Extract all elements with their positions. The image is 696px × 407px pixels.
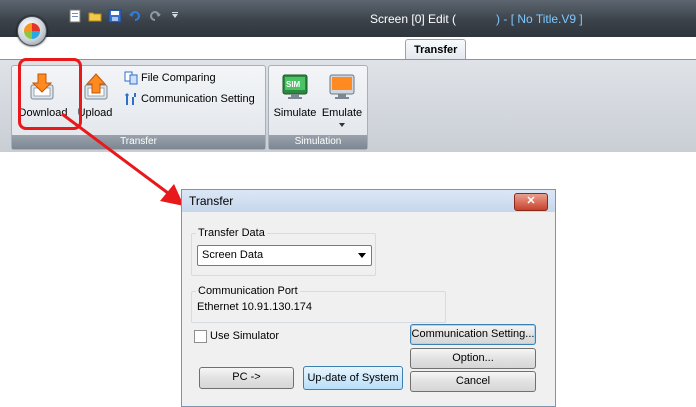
communication-port-label: Communication Port [196,285,300,297]
use-simulator-checkbox[interactable] [194,330,207,343]
customize-toolbar-icon[interactable] [168,9,182,23]
undo-icon[interactable] [128,9,142,23]
callout-arrow-line [61,112,173,198]
dialog-title: Transfer [189,194,234,208]
transfer-data-group: Transfer Data Screen Data [191,227,376,276]
title-bar: Screen [0] Edit ( ) - [ No Title.V9 ] [0,0,696,46]
chevron-down-icon [358,253,366,258]
dialog-title-bar: Transfer ✕ [182,190,555,212]
transfer-data-value: Screen Data [202,249,264,261]
simulation-group-label: Simulation [269,135,367,149]
window-title: Screen [0] Edit ( ) - [ No Title.V9 ] [370,12,583,26]
ribbon-tabs: File Home Parts Edit View Screen Setting… [0,38,696,60]
tab-edit[interactable]: Edit [223,38,244,58]
transfer-dialog: Transfer ✕ Transfer Data Screen Data Com… [181,189,556,407]
tab-screen-setting[interactable]: Screen Setting [321,38,398,58]
communication-port-value: Ethernet 10.91.130.174 [197,301,312,313]
file-comparing-label: File Comparing [141,71,216,84]
close-icon[interactable]: ✕ [514,193,548,211]
communication-setting-button[interactable]: Communication Setting... [410,324,536,345]
tab-parts[interactable]: Parts [173,38,201,58]
tab-transfer[interactable]: Transfer [405,39,467,60]
quick-access-toolbar [68,8,182,24]
transfer-data-label: Transfer Data [196,227,267,239]
file-compare-icon [124,71,138,85]
svg-text:SIM: SIM [286,80,301,89]
emulate-button[interactable]: Emulate [319,69,365,127]
transfer-data-select[interactable]: Screen Data [197,245,372,266]
tab-help[interactable]: Help [637,38,661,58]
redo-icon[interactable] [148,9,162,23]
file-comparing-button[interactable]: File Comparing [124,71,216,85]
upload-icon [82,73,110,101]
window-title-suffix: ) - [ No Title.V9 ] [496,12,583,26]
app-logo-icon [24,23,40,39]
update-system-button[interactable]: Up-date of System [303,366,403,390]
cancel-button[interactable]: Cancel [410,371,536,392]
tab-file[interactable]: File [68,38,87,58]
callout-arrow [61,112,184,206]
simulation-group: SIM Simulate Emulate Simulation [268,65,368,150]
tools-icon [124,92,138,106]
emulator-icon [328,73,356,101]
option-button[interactable]: Option... [410,348,536,369]
communication-setting-ribbon-label: Communication Setting [141,92,255,105]
tab-view[interactable]: View [271,38,296,58]
simulate-label: Simulate [273,107,317,119]
communication-setting-ribbon-button[interactable]: Communication Setting [124,92,255,106]
save-icon[interactable] [108,9,122,23]
open-folder-icon[interactable] [88,9,102,23]
tab-home[interactable]: Home [117,38,148,58]
tab-tool[interactable]: Tool [590,38,612,58]
window-title-main: Screen [0] Edit ( [370,12,457,26]
new-file-icon[interactable] [68,9,82,23]
simulate-button[interactable]: SIM Simulate [272,69,318,124]
tab-system-setting[interactable]: System Setting [490,38,569,58]
pc-transfer-button[interactable]: PC -> [199,367,294,389]
use-simulator-label[interactable]: Use Simulator [210,330,279,342]
simulator-icon: SIM [281,73,309,101]
emulate-dropdown-icon[interactable] [339,123,345,127]
communication-port-group: Communication Port Ethernet 10.91.130.17… [191,285,446,323]
emulate-label: Emulate [321,107,363,119]
